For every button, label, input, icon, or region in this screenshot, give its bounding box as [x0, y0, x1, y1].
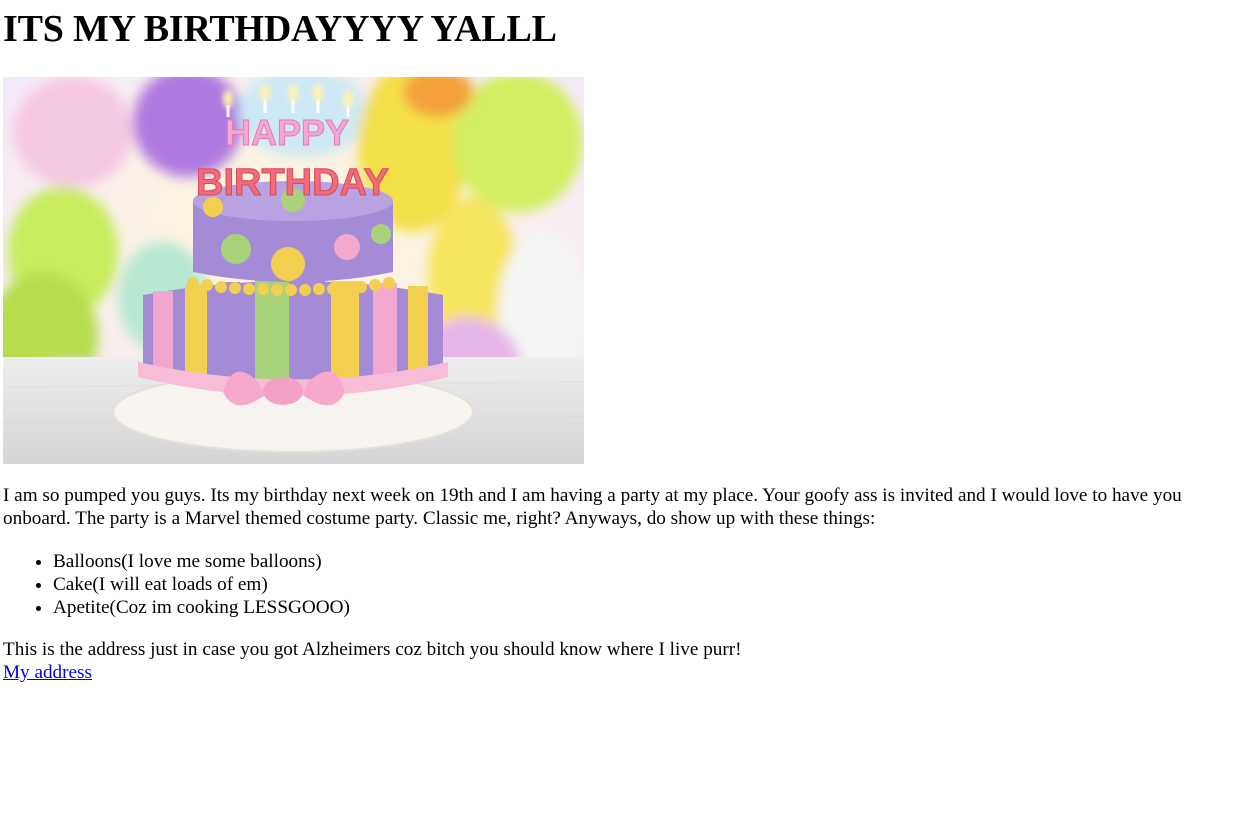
page-title: ITS MY BIRTHDAYYYY YALLL [3, 8, 557, 50]
page: ITS MY BIRTHDAYYYY YALLL HAPPY BIRTHDAY … [0, 0, 1237, 684]
list-item: Cake(I will eat loads of em) [53, 573, 1234, 596]
list-item: Apetite(Coz im cooking LESSGOOO) [53, 596, 1234, 619]
cake-text-happy: HAPPY [225, 112, 349, 153]
list-item: Balloons(I love me some balloons) [53, 550, 1234, 573]
address-link[interactable]: My address [3, 661, 92, 684]
intro-paragraph: I am so pumped you guys. Its my birthday… [3, 485, 1182, 529]
address-note: This is the address just in case you got… [3, 639, 742, 660]
birthday-cake-image: HAPPY BIRTHDAY [3, 77, 584, 464]
bring-list: Balloons(I love me some balloons) Cake(I… [3, 550, 1234, 619]
cake-text-birthday: BIRTHDAY [196, 162, 389, 204]
cake-bottom-tier [138, 280, 448, 406]
